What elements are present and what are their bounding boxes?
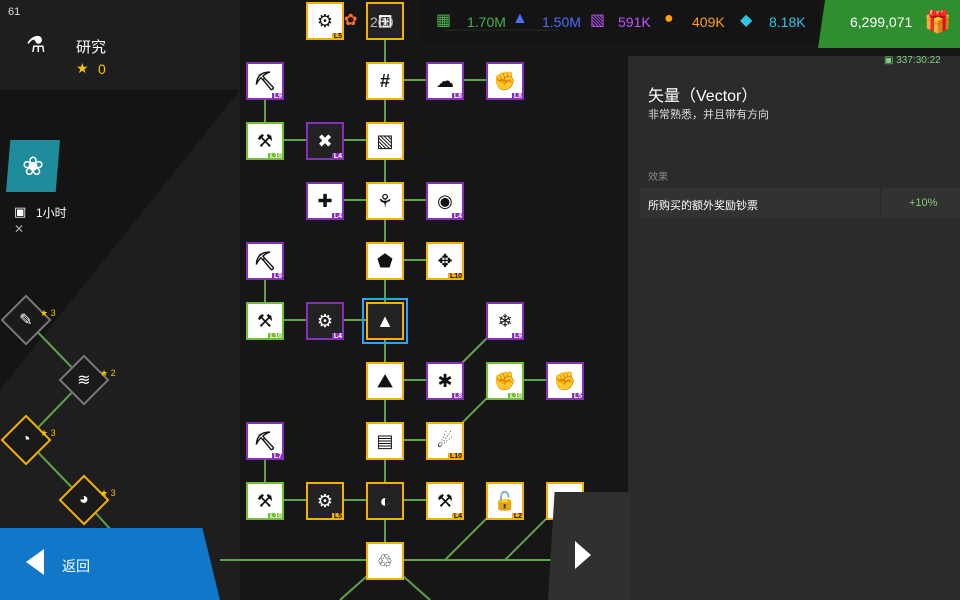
tree-node-r5a[interactable]: ⚒ L10 <box>246 302 284 340</box>
tree-node-r2b[interactable]: ✖ L4 <box>306 122 344 160</box>
tree-node-top-left[interactable]: ⚙ L5 <box>306 2 344 40</box>
tree-node-shapes[interactable]: ⬟ <box>366 242 404 280</box>
boost-timer: ▣ 337:30:22 <box>884 55 941 66</box>
cyan-crystal-value: 8.18K <box>769 14 806 30</box>
gift-icon[interactable]: 🎁 <box>924 9 951 35</box>
back-arrow-icon <box>26 549 44 575</box>
blue-crystal-icon: ▲ <box>512 10 528 27</box>
research-title-vector: 矢量（Vector） <box>648 88 758 105</box>
orange-token-icon: ✿ <box>344 12 358 29</box>
tree-node-r6c[interactable]: ✊ L5 <box>546 362 584 400</box>
tree-node-split-circle[interactable]: ◐ <box>366 482 404 520</box>
effects-label: 效果 <box>648 172 668 183</box>
cyan-crystal-icon: ◆ <box>740 12 753 29</box>
tree-node-r5b[interactable]: ⚙ L4 <box>306 302 344 340</box>
tree-node-r4a[interactable]: ⛏ L9 <box>246 242 284 280</box>
tree-node-r5c[interactable]: ❄ L9 <box>486 302 524 340</box>
tree-node-r1c[interactable]: ✊ L8 <box>486 62 524 100</box>
tree-node-vector-selected[interactable]: ▲ <box>362 298 408 344</box>
research-info-panel <box>628 56 960 600</box>
effect-divider <box>880 188 881 218</box>
tree-node-r2a[interactable]: ⚒ L10 <box>246 122 284 160</box>
tree-node-r6b[interactable]: ✊ L10 <box>486 362 524 400</box>
tree-node-mountains[interactable]: ⛰ <box>366 362 404 400</box>
tree-node-r7b[interactable]: ☄ L10 <box>426 422 464 460</box>
back-button-label: 返回 <box>62 558 90 574</box>
green-crystal-value: 1.70M <box>467 14 506 30</box>
effect-value: +10% <box>909 197 938 209</box>
tree-node-r6a[interactable]: ✱ L8 <box>426 362 464 400</box>
orange-crystal-icon: ● <box>664 10 674 27</box>
chevron-right-icon <box>575 541 591 569</box>
green-crystal-icon: ▦ <box>436 12 452 29</box>
tree-node-r8c[interactable]: ⚒ L4 <box>426 482 464 520</box>
research-description: 非常熟悉，并且带有方向 <box>648 109 769 121</box>
tree-node-r8d[interactable]: 🔓 L2 <box>486 482 524 520</box>
tree-node-stripes[interactable]: ▧ <box>366 122 404 160</box>
tree-node-network[interactable]: ⚘ <box>366 182 404 220</box>
partial-currency-value: 200 <box>370 14 394 30</box>
tree-node-r1b[interactable]: ☁ L8 <box>426 62 464 100</box>
tree-node-recycle[interactable]: ♲ <box>366 542 404 580</box>
cash-value: 6,299,071 <box>850 14 913 30</box>
orange-crystal-value: 409K <box>692 14 725 30</box>
tree-node-r4b[interactable]: ✥ L10 <box>426 242 464 280</box>
tree-node-boxes[interactable]: ▤ <box>366 422 404 460</box>
tree-node-r1a[interactable]: ⛏ L9 <box>246 62 284 100</box>
tree-node-r8b[interactable]: ⚙ L5 <box>306 482 344 520</box>
purple-crystal-icon: ▧ <box>590 12 606 29</box>
tree-node-hash[interactable]: # <box>366 62 404 100</box>
purple-crystal-value: 591K <box>618 14 651 30</box>
tree-node-r3b[interactable]: ◉ L4 <box>426 182 464 220</box>
tree-node-r7a[interactable]: ⛏ L7 <box>246 422 284 460</box>
blue-crystal-value: 1.50M <box>542 14 581 30</box>
tree-node-r3a[interactable]: ✚ L4 <box>306 182 344 220</box>
tree-node-r8a[interactable]: ⚒ L10 <box>246 482 284 520</box>
effect-name: 所购买的额外奖励钞票 <box>648 200 758 212</box>
